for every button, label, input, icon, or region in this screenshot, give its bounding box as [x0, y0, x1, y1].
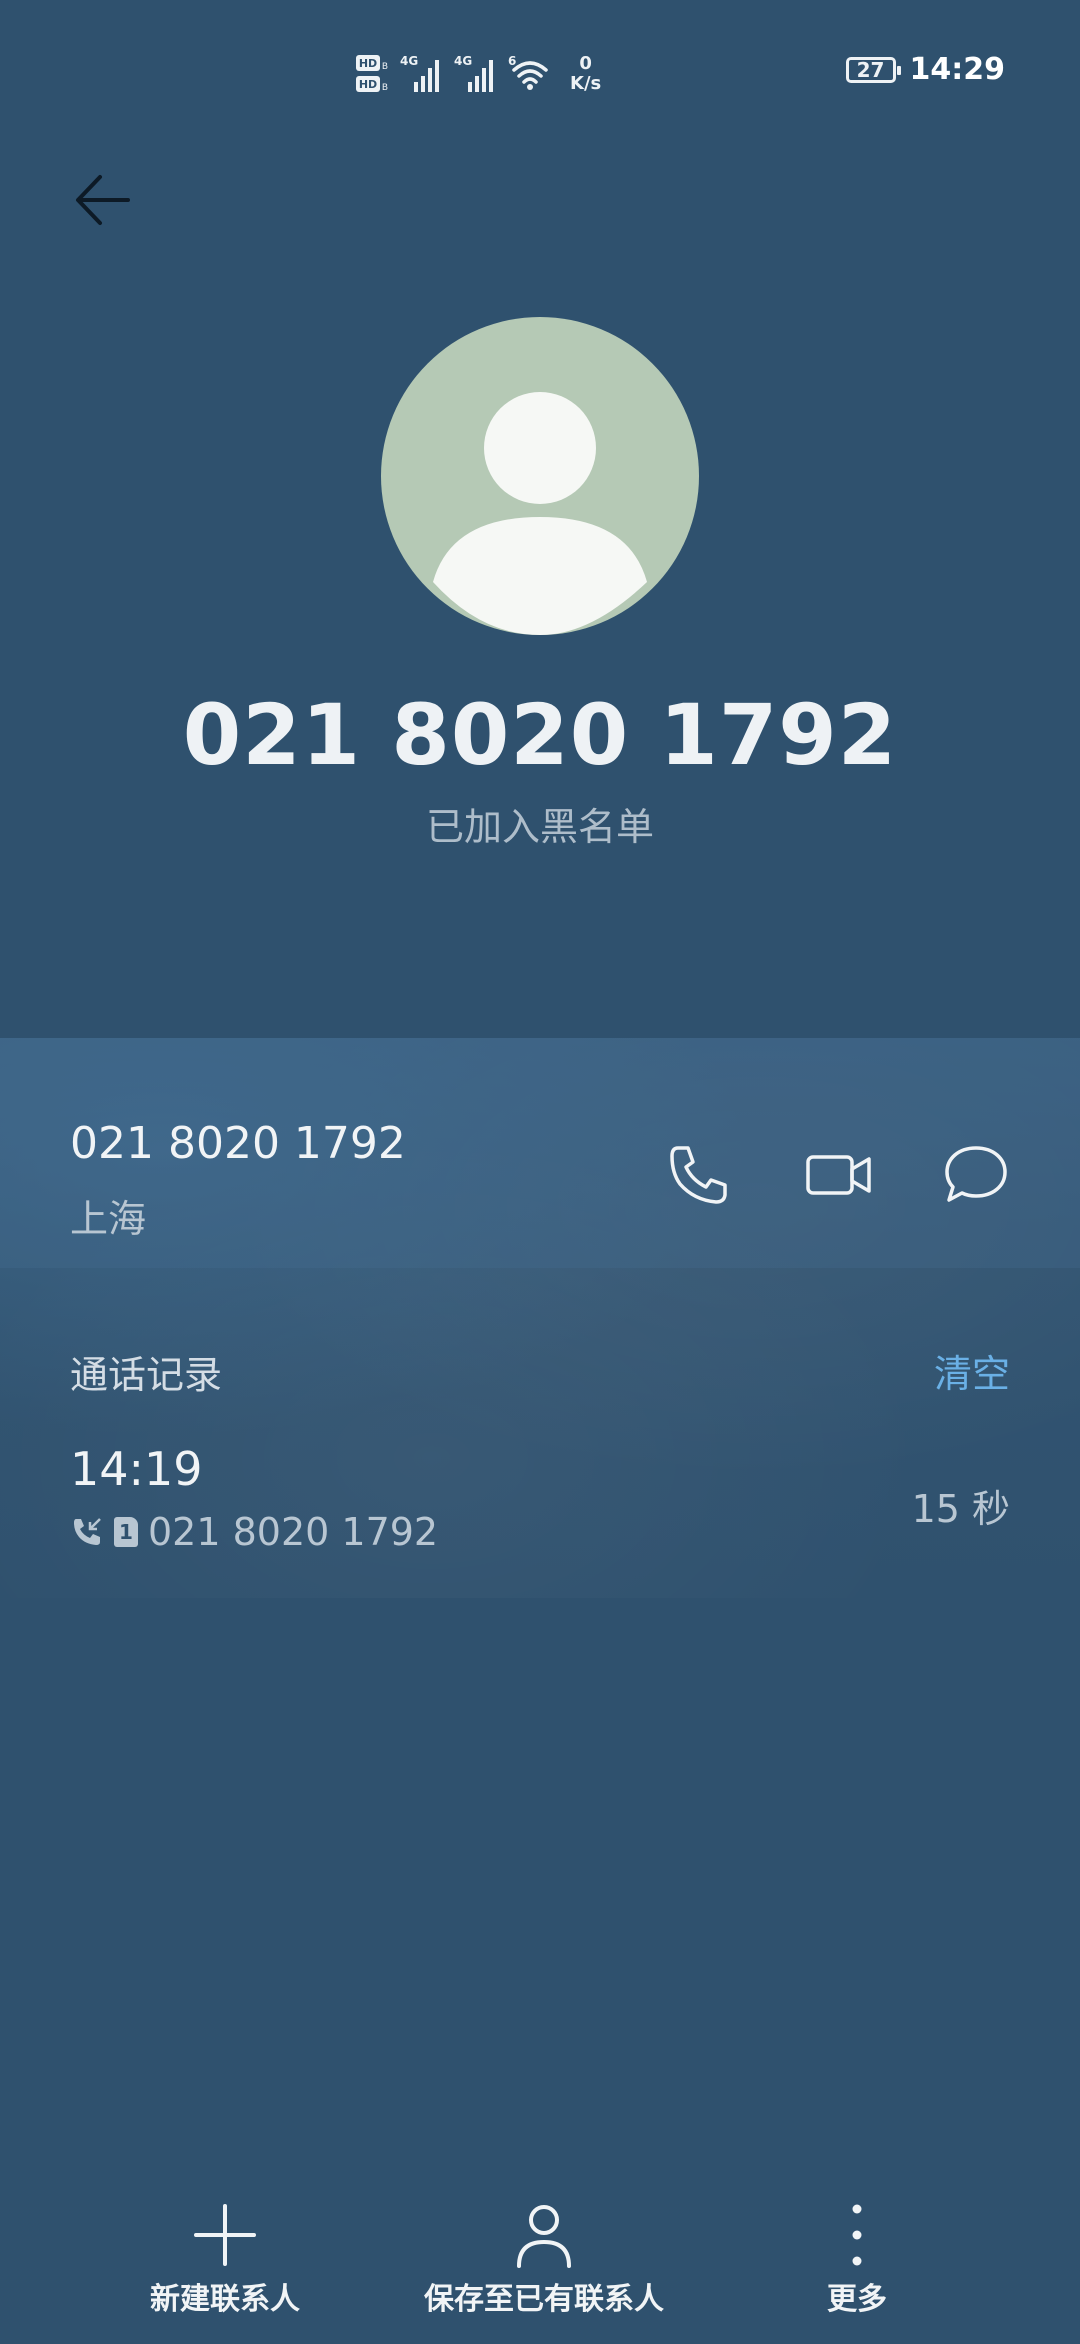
call-button[interactable]	[664, 1140, 734, 1210]
plus-icon	[194, 2204, 256, 2266]
svg-text:HD: HD	[359, 57, 377, 70]
video-call-button[interactable]	[803, 1140, 873, 1210]
call-log-entry-meta: 1 021 8020 1792	[70, 1510, 438, 1554]
network-speed-unit: K/s	[570, 73, 602, 94]
message-icon	[945, 1146, 1007, 1202]
more-button[interactable]: 更多	[822, 2200, 892, 2318]
call-log-entry-duration: 15 秒	[911, 1487, 1010, 1531]
message-button[interactable]	[941, 1140, 1011, 1210]
wifi: 6	[508, 54, 550, 94]
call-log-entry-number: 021 8020 1792	[148, 1510, 439, 1554]
wifi-standard-label: 6	[508, 54, 517, 68]
status-bar: HD B HD B 4G 4G 6 0 K/s 27 14:29	[0, 0, 1080, 140]
call-log-entry-time: 14:19	[70, 1442, 203, 1496]
arrow-left-icon	[76, 175, 130, 225]
incoming-call-icon	[74, 1518, 101, 1545]
bottom-action-bar: 新建联系人 保存至已有联系人 更多	[0, 2200, 1080, 2344]
svg-text:B: B	[382, 62, 388, 72]
battery-level: 27	[856, 57, 885, 82]
save-to-existing-contact-button[interactable]: 保存至已有联系人	[424, 2200, 664, 2318]
svg-text:B: B	[382, 83, 388, 93]
phone-icon	[670, 1146, 727, 1204]
page-title: 021 8020 1792	[182, 686, 898, 784]
network-speed: 0 K/s	[570, 54, 601, 94]
network-type-label: 4G	[454, 54, 473, 68]
info-card-number[interactable]: 021 8020 1792	[70, 1118, 406, 1169]
person-icon	[517, 2205, 571, 2268]
video-call-icon	[806, 1155, 871, 1195]
hd-icon: HD B HD B	[356, 55, 388, 93]
network-type-label: 4G	[400, 54, 419, 68]
status-time: 14:29	[909, 52, 1006, 87]
new-contact-label: 新建联系人	[150, 2282, 300, 2317]
battery-icon: 27	[845, 56, 901, 83]
info-card-location: 上海	[70, 1197, 147, 1241]
person-placeholder-icon	[433, 392, 647, 635]
call-log-title: 通话记录	[70, 1353, 223, 1397]
avatar	[381, 317, 699, 635]
svg-text:HD: HD	[359, 78, 377, 91]
back-button[interactable]	[70, 165, 140, 235]
status-right: 27 14:29	[845, 52, 1006, 87]
signal-1: 4G	[400, 54, 444, 94]
signal-2: 4G	[454, 54, 498, 94]
status-icons: HD B HD B 4G 4G 6 0 K/s	[354, 50, 601, 98]
blocklist-status: 已加入黑名单	[425, 805, 654, 849]
new-contact-button[interactable]: 新建联系人	[150, 2200, 300, 2318]
more-label: 更多	[827, 2282, 887, 2317]
network-speed-value: 0	[579, 53, 592, 74]
sim-1-icon: 1	[114, 1517, 138, 1547]
save-to-existing-contact-label: 保存至已有联系人	[424, 2282, 664, 2317]
more-vertical-icon	[852, 2204, 862, 2266]
clear-call-log-button[interactable]: 清空	[934, 1343, 1010, 1398]
